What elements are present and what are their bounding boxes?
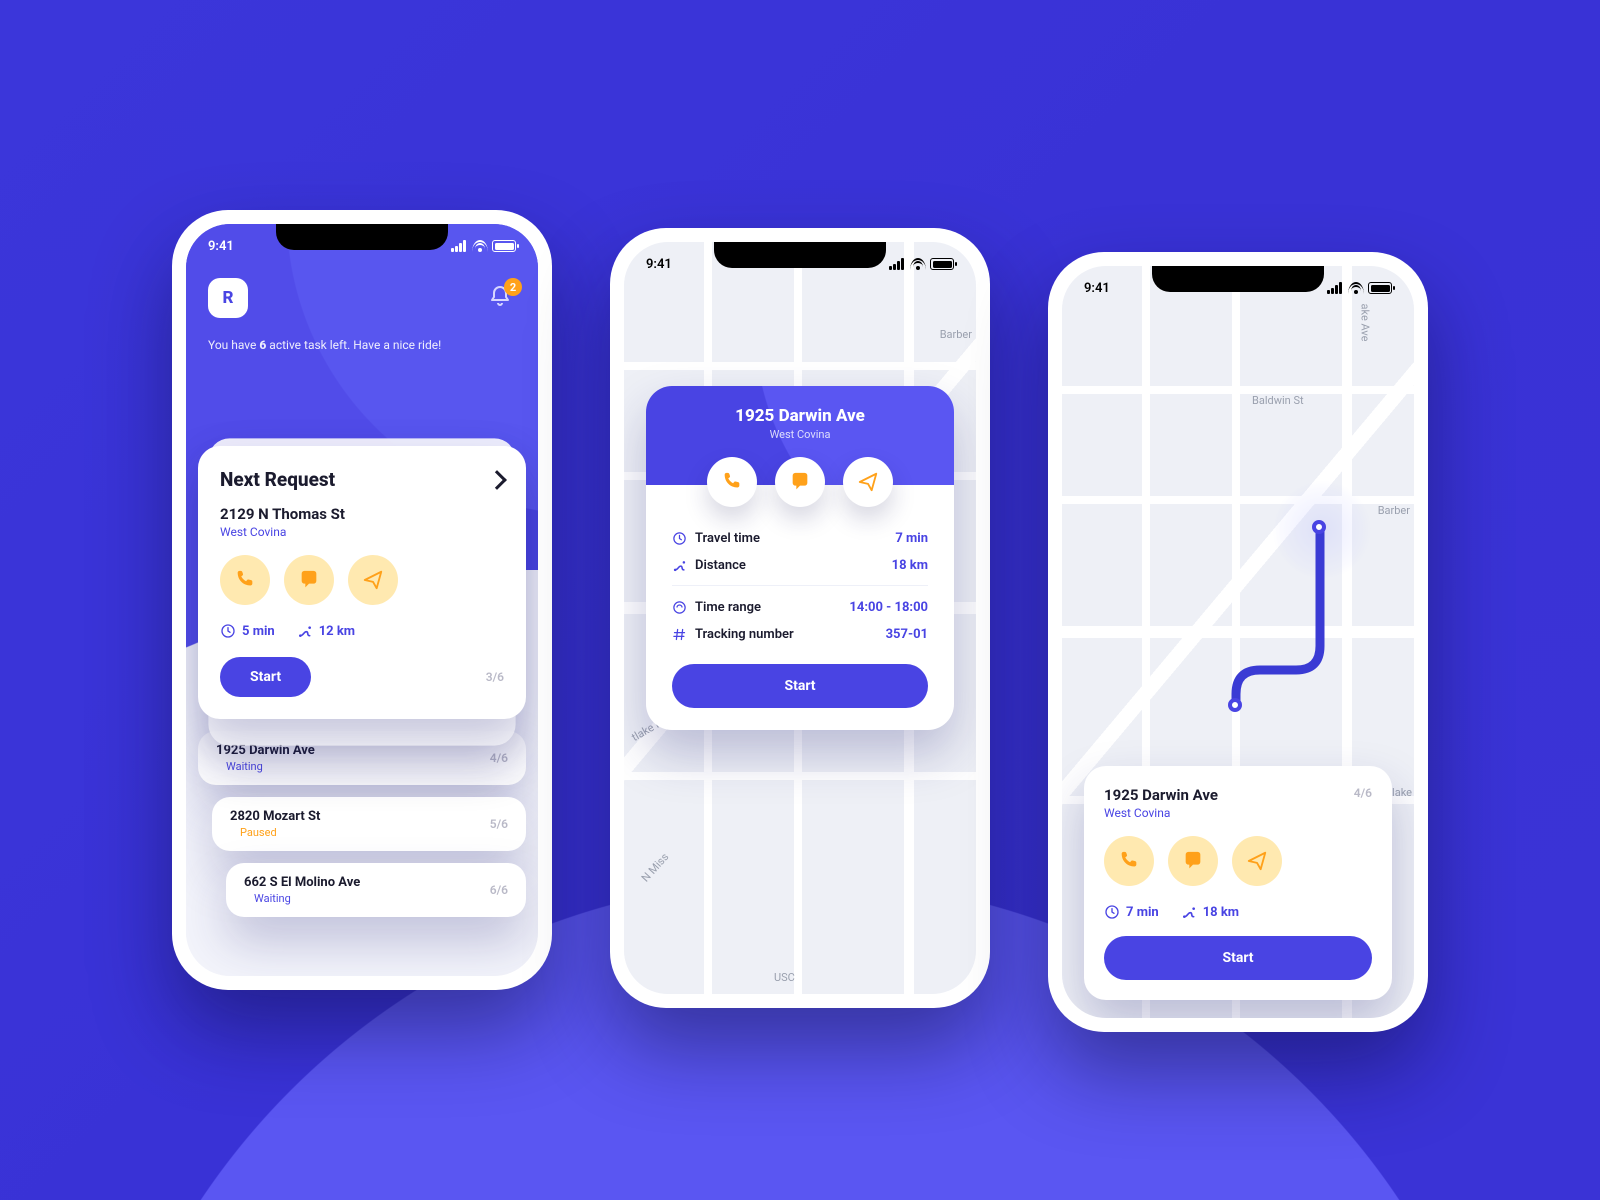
route-icon bbox=[1181, 904, 1197, 920]
travel-time: 7 min bbox=[1104, 904, 1159, 920]
task-address: 662 S El Molino Ave bbox=[244, 875, 360, 890]
nav-city: West Covina bbox=[1104, 806, 1218, 820]
chat-icon bbox=[789, 471, 811, 493]
map-label: N Miss bbox=[639, 850, 672, 884]
route-end-dot bbox=[1228, 698, 1242, 712]
detail-value: 18 km bbox=[892, 558, 928, 573]
navigate-button[interactable] bbox=[1232, 836, 1282, 886]
start-button[interactable]: Start bbox=[672, 664, 928, 708]
detail-value: 7 min bbox=[895, 531, 928, 546]
device-notch bbox=[1152, 266, 1324, 292]
signal-icon bbox=[1327, 282, 1344, 294]
notification-badge: 2 bbox=[504, 278, 522, 296]
hash-icon bbox=[672, 627, 687, 642]
clock-icon bbox=[672, 531, 687, 546]
card-title: Next Request bbox=[220, 468, 335, 491]
request-detail-card: 1925 Darwin Ave West Covina Travel time … bbox=[646, 386, 954, 730]
chat-button[interactable] bbox=[1168, 836, 1218, 886]
wifi-icon bbox=[1348, 282, 1364, 294]
start-button[interactable]: Start bbox=[220, 657, 311, 697]
wifi-icon bbox=[910, 258, 926, 270]
address: 2129 N Thomas St bbox=[220, 505, 504, 523]
travel-time: 5 min bbox=[220, 623, 275, 639]
signal-icon bbox=[451, 240, 468, 252]
task-count: 4/6 bbox=[490, 751, 508, 765]
route-start-dot bbox=[1312, 520, 1326, 534]
map-label: USC bbox=[774, 971, 795, 984]
device-notch bbox=[276, 224, 448, 250]
chat-icon bbox=[298, 569, 320, 591]
next-request-card[interactable]: Next Request 2129 N Thomas St West Covin… bbox=[198, 446, 526, 719]
detail-address: 1925 Darwin Ave bbox=[646, 406, 954, 426]
route-icon bbox=[672, 558, 687, 573]
distance: 12 km bbox=[297, 623, 355, 639]
task-row[interactable]: 662 S El Molino Ave Waiting 6/6 bbox=[226, 863, 526, 917]
chat-button[interactable] bbox=[284, 555, 334, 605]
avatar[interactable]: R bbox=[208, 278, 248, 318]
route-icon bbox=[297, 623, 313, 639]
detail-value: 357-01 bbox=[886, 627, 928, 642]
signal-icon bbox=[889, 258, 906, 270]
task-count: 4/6 bbox=[1354, 786, 1372, 800]
task-count: 3/6 bbox=[486, 670, 504, 684]
phone-request-detail: 9:41 Barber tlake Rd N Miss USC 1925 Dar… bbox=[610, 228, 990, 1008]
chat-icon bbox=[1182, 850, 1204, 872]
chat-button[interactable] bbox=[775, 457, 825, 507]
status-time: 9:41 bbox=[1084, 281, 1110, 296]
call-button[interactable] bbox=[1104, 836, 1154, 886]
detail-row-distance: Distance 18 km bbox=[672, 558, 928, 573]
detail-row-travel: Travel time 7 min bbox=[672, 531, 928, 546]
navigate-icon bbox=[1246, 850, 1268, 872]
phone-icon bbox=[234, 569, 256, 591]
battery-icon bbox=[1368, 282, 1392, 294]
phone-icon bbox=[721, 471, 743, 493]
detail-city: West Covina bbox=[646, 428, 954, 441]
battery-icon bbox=[930, 258, 954, 270]
detail-row-tracking: Tracking number 357-01 bbox=[672, 627, 928, 642]
phone-navigation: 9:41 ake Ave Baldwin St Barber tlake bbox=[1048, 252, 1428, 1032]
task-row[interactable]: 2820 Mozart St Paused 5/6 bbox=[212, 797, 526, 851]
notifications-bell[interactable]: 2 bbox=[488, 284, 516, 312]
call-button[interactable] bbox=[707, 457, 757, 507]
navigate-button[interactable] bbox=[348, 555, 398, 605]
start-button[interactable]: Start bbox=[1104, 936, 1372, 980]
battery-icon bbox=[492, 240, 516, 252]
task-count: 5/6 bbox=[490, 817, 508, 831]
status-time: 9:41 bbox=[208, 239, 234, 254]
navigation-card: 1925 Darwin Ave West Covina 4/6 7 min 18… bbox=[1084, 766, 1392, 1000]
phone-icon bbox=[1118, 850, 1140, 872]
task-status: Waiting bbox=[244, 892, 360, 905]
clock-icon bbox=[1104, 904, 1120, 920]
nav-address: 1925 Darwin Ave bbox=[1104, 786, 1218, 804]
detail-value: 14:00 - 18:00 bbox=[849, 600, 928, 615]
chevron-right-icon[interactable] bbox=[487, 470, 507, 490]
task-count: 6/6 bbox=[490, 883, 508, 897]
time-range-icon bbox=[672, 600, 687, 615]
task-status: Paused bbox=[230, 826, 320, 839]
distance: 18 km bbox=[1181, 904, 1239, 920]
clock-icon bbox=[220, 623, 236, 639]
welcome-text: You have 6 active task left. Have a nice… bbox=[208, 338, 516, 352]
navigate-icon bbox=[857, 471, 879, 493]
call-button[interactable] bbox=[220, 555, 270, 605]
navigate-button[interactable] bbox=[843, 457, 893, 507]
device-notch bbox=[714, 242, 886, 268]
status-time: 9:41 bbox=[646, 257, 672, 272]
divider bbox=[672, 585, 928, 586]
map-label: Barber bbox=[940, 328, 972, 341]
task-address: 2820 Mozart St bbox=[230, 809, 320, 824]
city: West Covina bbox=[220, 525, 504, 539]
task-status: Waiting bbox=[216, 760, 315, 773]
phone-task-list: 9:41 R 2 You have 6 active task left. Ha… bbox=[172, 210, 552, 990]
wifi-icon bbox=[472, 240, 488, 252]
navigate-icon bbox=[362, 569, 384, 591]
detail-row-range: Time range 14:00 - 18:00 bbox=[672, 600, 928, 615]
